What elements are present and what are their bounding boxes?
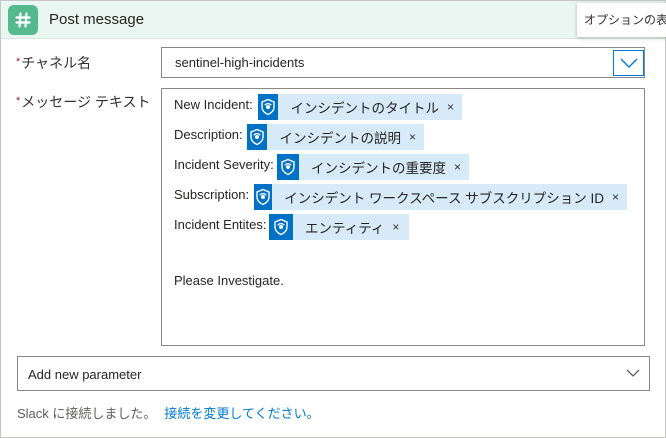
dynamic-content-token[interactable]: エンティティ × <box>269 214 409 240</box>
chevron-down-icon <box>626 369 640 377</box>
required-mark: * <box>16 56 21 68</box>
token-remove-icon[interactable]: × <box>446 160 469 174</box>
message-line-prefix: New Incident: <box>174 97 253 112</box>
message-label: *メッセージ テキスト <box>16 94 151 110</box>
dynamic-content-token[interactable]: インシデントの重要度 × <box>277 154 469 180</box>
channel-dropdown-button[interactable] <box>613 50 644 76</box>
token-label: エンティティ <box>305 221 385 236</box>
slack-hash-icon <box>8 5 38 35</box>
post-message-card: Post message *チャネル名 sentinel-high-incide… <box>0 0 666 438</box>
token-label: インシデントのタイトル <box>290 101 439 116</box>
token-label: インシデント ワークスペース サブスクリプション ID <box>284 191 604 206</box>
token-remove-icon[interactable]: × <box>439 100 462 114</box>
change-connection-link[interactable]: 接続を変更してください。 <box>164 406 319 421</box>
sentinel-shield-icon <box>258 94 279 120</box>
channel-input[interactable]: sentinel-high-incidents <box>161 47 645 78</box>
message-line-prefix: Incident Entites: <box>174 217 267 232</box>
message-line-prefix: Subscription: <box>174 187 250 202</box>
sentinel-shield-icon <box>269 214 293 240</box>
connection-footer: Slack に接続しました。 接続を変更してください。 <box>17 403 320 422</box>
message-line-prefix: Incident Severity: <box>174 157 274 172</box>
message-line-prefix: Description: <box>174 127 243 142</box>
channel-value: sentinel-high-incidents <box>175 55 305 70</box>
sentinel-shield-icon <box>277 154 299 180</box>
add-parameter-label: Add new parameter <box>28 367 142 382</box>
token-label: インシデントの重要度 <box>310 161 446 176</box>
token-remove-icon[interactable]: × <box>384 220 407 234</box>
add-new-parameter-dropdown[interactable]: Add new parameter <box>17 356 650 391</box>
token-remove-icon[interactable]: × <box>604 190 627 204</box>
card-title: Post message <box>49 11 145 28</box>
required-mark: * <box>16 95 21 107</box>
dynamic-content-token[interactable]: インシデントの説明 × <box>247 124 424 150</box>
sentinel-shield-icon <box>247 124 268 150</box>
sentinel-shield-icon <box>254 184 273 210</box>
channel-label: *チャネル名 <box>16 55 92 71</box>
show-options-tooltip: オプションの表示 <box>577 3 666 37</box>
card-header[interactable]: Post message <box>1 1 665 39</box>
dynamic-content-token[interactable]: インシデント ワークスペース サブスクリプション ID × <box>254 184 627 210</box>
chevron-down-icon <box>620 58 637 68</box>
connection-status: Slack に接続しました。 <box>17 406 157 421</box>
token-label: インシデントの説明 <box>279 131 401 146</box>
message-trailing-text: Please Investigate. <box>174 273 284 288</box>
dynamic-content-token[interactable]: インシデントのタイトル × <box>258 94 462 120</box>
token-remove-icon[interactable]: × <box>401 130 424 144</box>
